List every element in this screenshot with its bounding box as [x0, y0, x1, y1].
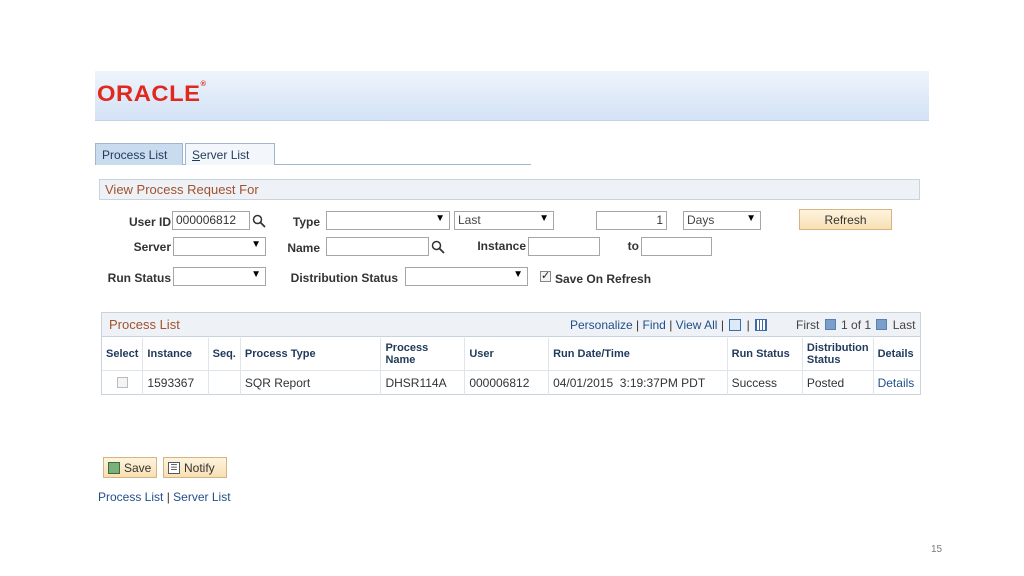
grid-navigation: Personalize | Find | View All | |: [570, 318, 769, 332]
name-input[interactable]: [326, 237, 429, 256]
chevron-down-icon: ▼: [539, 213, 549, 224]
col-process-name: Process Name: [380, 338, 466, 371]
chevron-down-icon: ▼: [435, 213, 445, 224]
footer-process-list-link[interactable]: Process List: [98, 490, 163, 504]
row-range: 1 of 1: [841, 318, 872, 332]
save-on-refresh-checkbox[interactable]: [540, 269, 551, 282]
row-select-checkbox[interactable]: [116, 376, 128, 388]
footer-links: Process List | Server List: [98, 490, 231, 504]
date-range-select[interactable]: Last ▼: [454, 211, 554, 230]
table-row: 1593367 SQR Report DHSR114A 000006812 04…: [102, 370, 920, 395]
refresh-button[interactable]: Refresh: [799, 209, 892, 230]
col-user: User: [464, 338, 550, 371]
chevron-down-icon: ▼: [251, 269, 261, 280]
oracle-logo: ORACLE®: [97, 81, 207, 106]
notify-button[interactable]: ☰ Notify: [163, 457, 227, 478]
col-distribution-status: Distribution Status: [802, 338, 874, 371]
separator: |: [746, 318, 750, 332]
process-list-table: Select Instance Seq. Process Type Proces…: [102, 338, 920, 395]
details-link[interactable]: Details: [873, 370, 920, 395]
last-link[interactable]: Last: [893, 318, 916, 332]
user-cell: 000006812: [464, 370, 550, 395]
server-select[interactable]: ▼: [173, 237, 266, 256]
col-run-datetime: Run Date/Time: [548, 338, 728, 371]
instance-to-label: to: [627, 239, 639, 253]
instance-to-input[interactable]: [641, 237, 712, 256]
separator: |: [720, 318, 724, 332]
separator: |: [166, 490, 170, 504]
col-details: Details: [873, 338, 920, 371]
tab-bar: Process List Server List: [95, 143, 531, 165]
view-all-link[interactable]: View All: [676, 318, 718, 332]
seq-cell: [208, 370, 241, 395]
process-list-title: Process List: [109, 317, 180, 332]
days-unit-select[interactable]: Days ▼: [683, 211, 761, 230]
first-link[interactable]: First: [796, 318, 819, 332]
type-select[interactable]: ▼: [326, 211, 450, 230]
download-grid-icon[interactable]: [755, 319, 768, 331]
save-button[interactable]: Save: [103, 457, 157, 478]
tab-server-list[interactable]: Server List: [185, 143, 275, 165]
tab-process-list[interactable]: Process List: [95, 143, 183, 165]
col-seq: Seq.: [208, 338, 241, 371]
process-list-grid: Process List Personalize | Find | View A…: [101, 312, 921, 395]
instance-from-input[interactable]: [528, 237, 600, 256]
name-label: Name: [287, 241, 320, 255]
type-label: Type: [292, 215, 320, 229]
chevron-down-icon: ▼: [251, 239, 261, 250]
save-icon: [108, 462, 120, 474]
user-id-input[interactable]: 000006812: [172, 211, 250, 230]
next-arrow-icon[interactable]: [876, 319, 888, 330]
run-status-cell[interactable]: Success: [727, 370, 803, 395]
col-select: Select: [102, 338, 144, 371]
run-status-label: Run Status: [107, 271, 171, 285]
previous-arrow-icon[interactable]: [824, 319, 836, 330]
footer-server-list-link[interactable]: Server List: [173, 490, 230, 504]
name-lookup-icon[interactable]: [431, 240, 445, 254]
process-name-cell: DHSR114A: [380, 370, 466, 395]
user-id-lookup-icon[interactable]: [252, 214, 266, 228]
col-instance: Instance: [142, 338, 209, 371]
process-list-header: Process List Personalize | Find | View A…: [102, 313, 920, 337]
distribution-status-select[interactable]: ▼: [405, 267, 528, 286]
separator: |: [669, 318, 673, 332]
new-window-icon[interactable]: [729, 319, 742, 331]
user-id-label: User ID: [128, 215, 171, 229]
instance-label: Instance: [477, 239, 526, 253]
notify-icon: ☰: [168, 462, 180, 474]
view-process-request-header: View Process Request For: [99, 179, 920, 200]
oracle-banner: ORACLE®: [95, 71, 929, 121]
col-run-status: Run Status: [727, 338, 803, 371]
distribution-status-cell[interactable]: Posted: [802, 370, 874, 395]
process-type-cell: SQR Report: [240, 370, 382, 395]
save-on-refresh-label: Save On Refresh: [555, 272, 652, 286]
table-header-row: Select Instance Seq. Process Type Proces…: [102, 338, 920, 371]
grid-pager: First 1 of 1 Last: [796, 318, 915, 332]
days-count-input[interactable]: 1: [596, 211, 667, 230]
instance-cell: 1593367: [142, 370, 209, 395]
separator: |: [636, 318, 640, 332]
chevron-down-icon: ▼: [746, 213, 756, 224]
run-datetime-cell: 04/01/2015 3:19:37PM PDT: [548, 370, 728, 395]
find-link[interactable]: Find: [643, 318, 666, 332]
chevron-down-icon: ▼: [513, 269, 523, 280]
row-select-cell: [102, 370, 144, 395]
distribution-status-label: Distribution Status: [290, 271, 398, 285]
slide-page-number: 15: [931, 544, 943, 555]
personalize-link[interactable]: Personalize: [570, 318, 633, 332]
run-status-select[interactable]: ▼: [173, 267, 266, 286]
col-process-type: Process Type: [240, 338, 382, 371]
server-label: Server: [133, 240, 171, 254]
